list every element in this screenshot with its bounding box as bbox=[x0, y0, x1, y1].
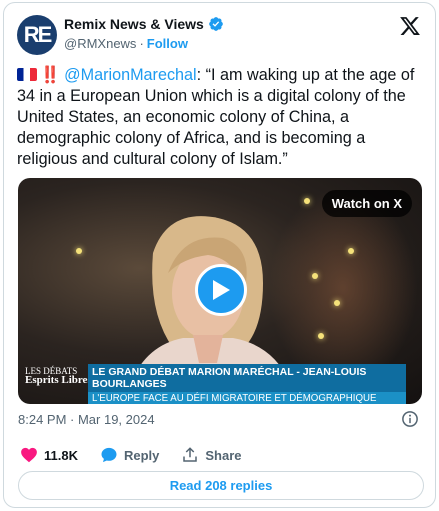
banner-subtitle: L'EUROPE FACE AU DÉFI MIGRATOIRE ET DÉMO… bbox=[88, 392, 406, 404]
avatar[interactable]: RE bbox=[17, 15, 57, 55]
mention-link[interactable]: @MarionMarechal bbox=[64, 66, 197, 84]
tweet-timestamp[interactable]: 8:24 PM · Mar 19, 2024 bbox=[18, 412, 155, 427]
stage-light bbox=[304, 198, 310, 204]
video-player[interactable]: Watch on X LES DÉBATS Esprits Libres LE … bbox=[18, 178, 422, 404]
play-button[interactable] bbox=[195, 264, 247, 316]
author-handle[interactable]: @RMXnews bbox=[64, 36, 136, 51]
like-button[interactable]: 11.8K bbox=[20, 446, 78, 464]
tweet-text: ‼️ @MarionMarechal: “I am waking up at th… bbox=[17, 65, 427, 170]
verified-badge-icon bbox=[208, 17, 223, 31]
stage-light bbox=[76, 248, 82, 254]
stage-light bbox=[334, 300, 340, 306]
stage-light bbox=[348, 248, 354, 254]
show-logo: LES DÉBATS Esprits Libres bbox=[25, 367, 92, 386]
read-replies-button[interactable]: Read 208 replies bbox=[18, 471, 424, 500]
stage-light bbox=[318, 333, 324, 339]
author-name-row: Remix News & Views bbox=[64, 16, 224, 32]
france-flag-icon bbox=[17, 68, 37, 81]
tweet-actions: 11.8K Reply Share bbox=[20, 446, 264, 464]
show-logo-line2: Esprits Libres bbox=[25, 374, 92, 386]
reply-button[interactable]: Reply bbox=[100, 446, 159, 464]
share-label: Share bbox=[205, 447, 242, 463]
watch-on-x-button[interactable]: Watch on X bbox=[321, 190, 412, 217]
info-icon[interactable] bbox=[401, 410, 419, 428]
reply-bubble-icon bbox=[101, 447, 117, 463]
follow-button[interactable]: Follow bbox=[147, 36, 188, 51]
like-count: 11.8K bbox=[44, 447, 78, 463]
handle-separator: · bbox=[139, 36, 144, 51]
banner-title: LE GRAND DÉBAT MARION MARÉCHAL - JEAN-LO… bbox=[88, 364, 406, 392]
tweet-card: RE Remix News & Views @RMXnews · Follow … bbox=[3, 2, 436, 508]
double-exclamation-icon: ‼️ bbox=[40, 66, 61, 84]
lower-third-banner: LE GRAND DÉBAT MARION MARÉCHAL - JEAN-LO… bbox=[88, 364, 406, 404]
author-display-name[interactable]: Remix News & Views bbox=[64, 16, 204, 32]
share-button[interactable]: Share bbox=[181, 446, 242, 464]
share-icon bbox=[183, 447, 198, 462]
reply-label: Reply bbox=[123, 447, 160, 463]
author-handle-row: @RMXnews · Follow bbox=[64, 36, 188, 51]
x-logo-icon[interactable] bbox=[399, 15, 421, 37]
stage-light bbox=[312, 273, 318, 279]
play-icon bbox=[213, 280, 230, 300]
heart-icon bbox=[21, 447, 37, 463]
